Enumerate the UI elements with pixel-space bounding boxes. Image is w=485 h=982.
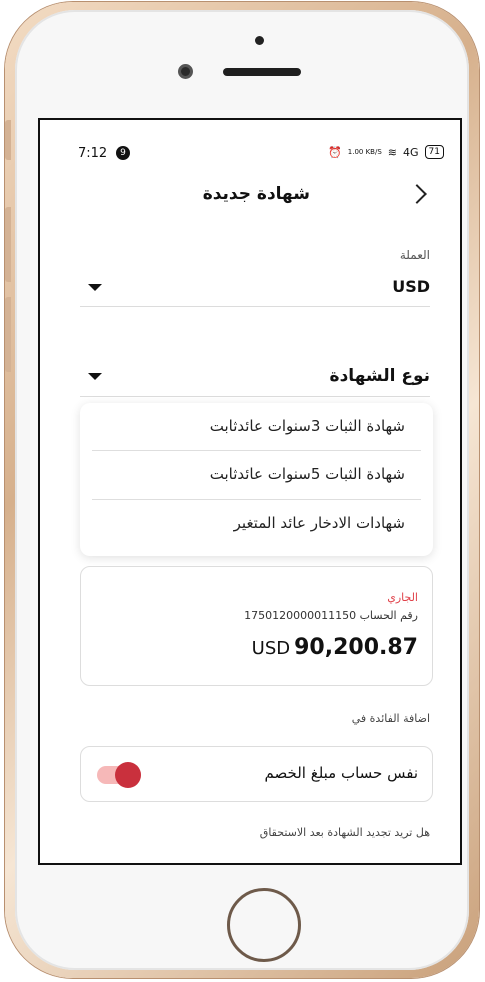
alarm-icon: ⏰ [328,145,342,159]
volume-up-button [5,207,11,282]
status-icons: ⏰ 1.00 KB/S ≋ 4G 71 [328,145,444,159]
mute-switch [5,120,11,160]
account-balance: USD 90,200.87 [252,635,418,660]
certificate-type-divider [80,396,430,397]
back-chevron-icon[interactable] [406,182,430,206]
account-type: الجاري [387,591,418,604]
currency-value[interactable]: USD [392,277,430,296]
interest-toggle-card: نفس حساب مبلغ الخصم [80,746,433,802]
page-title: شهادة جديدة [202,184,310,204]
currency-dropdown-icon[interactable] [88,284,102,291]
balance-currency: USD [251,638,291,659]
notification-badge: 9 [116,146,130,160]
balance-amount: 90,200.87 [294,635,418,660]
account-number: رقم الحساب 1750120000011150 [244,609,418,622]
signal-icon: 4G [403,145,419,159]
currency-label: العملة [399,248,430,262]
net-speed: 1.00 KB/S [347,147,382,156]
renew-label: هل تريد تجديد الشهادة بعد الاستحقاق [259,826,430,839]
interest-label: اضافة الفائدة في [351,712,430,725]
app-screen: 7:12 9 ⏰ 1.00 KB/S ≋ 4G 71 شهادة جديدة ا… [38,118,462,865]
currency-divider [80,306,430,307]
certificate-options-menu: شهادة الثبات 3سنوات عائدثابت شهادة الثبا… [80,403,433,556]
status-time: 7:12 [78,146,108,161]
front-camera [178,64,193,79]
certificate-option-3[interactable]: شهادات الادخار عائد المتغير [105,514,405,532]
earpiece-speaker [223,68,301,76]
home-button[interactable] [227,888,301,962]
page-header: شهادة جديدة [40,178,460,218]
certificate-option-1[interactable]: شهادة الثبات 3سنوات عائدثابت [105,417,405,435]
status-bar: 7:12 9 ⏰ 1.00 KB/S ≋ 4G 71 [40,120,460,180]
certificate-type-label[interactable]: نوع الشهادة [330,366,430,386]
proximity-sensor [255,36,264,45]
menu-divider [92,499,421,500]
menu-divider [92,450,421,451]
interest-option-text: نفس حساب مبلغ الخصم [264,764,418,782]
certificate-option-2[interactable]: شهادة الثبات 5سنوات عائدثابت [105,465,405,483]
volume-down-button [5,297,11,372]
account-card[interactable]: الجاري رقم الحساب 1750120000011150 USD 90… [80,566,433,686]
certificate-type-dropdown-icon[interactable] [88,373,102,380]
wifi-icon: ≋ [387,145,398,159]
battery-icon: 71 [424,145,444,159]
interest-toggle-knob[interactable] [115,762,141,788]
